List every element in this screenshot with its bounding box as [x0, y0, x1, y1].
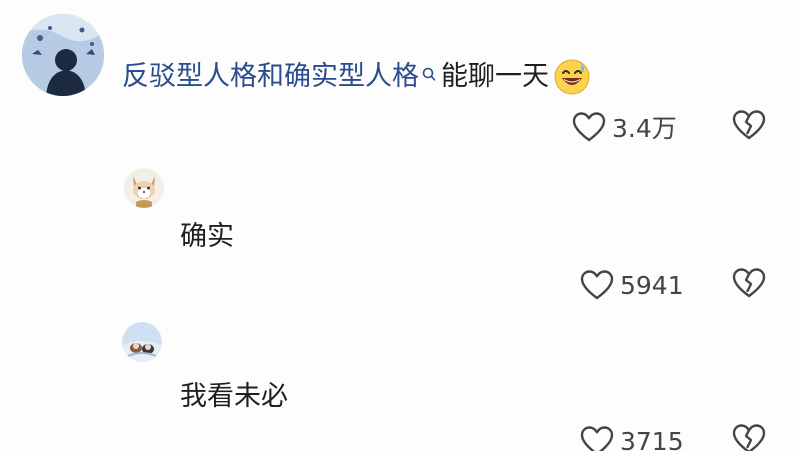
dislike-button[interactable]	[732, 423, 766, 451]
character-avatar-icon	[122, 322, 162, 362]
reply-actions: 5941	[580, 265, 766, 305]
like-count: 3.4万	[612, 114, 677, 143]
broken-heart-icon	[732, 110, 766, 140]
reply-text: 我看未必	[180, 381, 288, 412]
broken-heart-icon	[732, 268, 766, 298]
comment-thread: 反驳型人格和确实型人格 能聊一天 3.4万 确实 5941 我看未必 3715	[0, 0, 800, 451]
avatar-image	[22, 14, 104, 96]
topic-link[interactable]: 反驳型人格和确实型人格	[122, 59, 419, 95]
avatar[interactable]	[22, 14, 104, 96]
avatar[interactable]	[124, 168, 164, 208]
grinning-sweat-emoji-icon	[553, 58, 591, 96]
heart-icon	[580, 426, 614, 451]
fox-avatar-icon	[124, 168, 164, 208]
like-button[interactable]: 3715	[580, 425, 684, 451]
dislike-button[interactable]	[732, 267, 766, 303]
dislike-button[interactable]	[732, 109, 766, 145]
like-button[interactable]: 5941	[580, 269, 684, 301]
broken-heart-icon	[732, 424, 766, 451]
like-button[interactable]: 3.4万	[572, 109, 677, 145]
avatar[interactable]	[122, 322, 162, 362]
comment-text: 反驳型人格和确实型人格 能聊一天	[122, 58, 591, 96]
like-count: 3715	[620, 426, 684, 451]
reply-text: 确实	[180, 221, 234, 252]
comment-actions: 3.4万	[572, 107, 766, 147]
comment-tail-text: 能聊一天	[441, 61, 549, 92]
heart-icon	[580, 270, 614, 300]
search-icon[interactable]	[421, 60, 437, 81]
like-count: 5941	[620, 270, 684, 300]
reply-actions: 3715	[580, 421, 766, 451]
heart-icon	[572, 112, 606, 142]
